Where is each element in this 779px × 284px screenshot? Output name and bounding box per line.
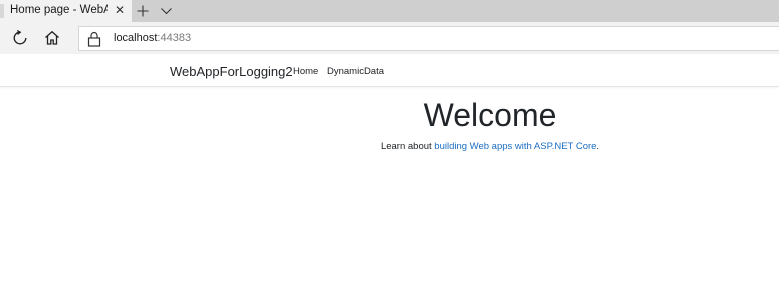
close-icon[interactable]: ✕ (113, 3, 127, 17)
learn-prefix: Learn about (380, 141, 435, 152)
page-title: Welcome (423, 97, 557, 133)
plus-icon (137, 5, 149, 17)
refresh-icon (13, 30, 27, 45)
learn-suffix: . (596, 141, 600, 152)
tab-title: Home page - WebAppF (10, 4, 108, 16)
url-text[interactable]: localhost:44383 (114, 32, 191, 44)
nav-link-dynamicdata[interactable]: DynamicData (327, 66, 384, 77)
brand-link[interactable]: WebAppForLogging2 (170, 64, 293, 79)
aspnet-core-link[interactable]: building Web apps with ASP.NET Core (434, 141, 596, 152)
url-host: localhost (114, 32, 158, 44)
address-bar[interactable]: localhost:44383 (78, 26, 779, 51)
browser-toolbar: localhost:44383 (0, 22, 779, 54)
refresh-button[interactable] (9, 27, 31, 49)
chevron-down-icon (160, 7, 172, 14)
url-port: :44383 (157, 32, 192, 44)
site-navbar: WebAppForLogging2 Home DynamicData (0, 54, 779, 87)
page-content: WebAppForLogging2 Home DynamicData Welco… (0, 54, 779, 284)
new-tab-button[interactable] (133, 0, 153, 22)
lock-icon[interactable] (87, 31, 101, 47)
tab-list-button[interactable] (157, 0, 175, 22)
tab-home-page[interactable]: Home page - WebAppF ✕ (0, 0, 132, 22)
learn-paragraph: Learn about building Web apps with ASP.N… (0, 141, 779, 152)
tab-strip: Home page - WebAppF ✕ (0, 0, 779, 22)
tab-favicon (0, 4, 4, 18)
nav-link-home[interactable]: Home (293, 66, 318, 77)
home-icon (45, 30, 59, 45)
home-button[interactable] (41, 27, 63, 49)
